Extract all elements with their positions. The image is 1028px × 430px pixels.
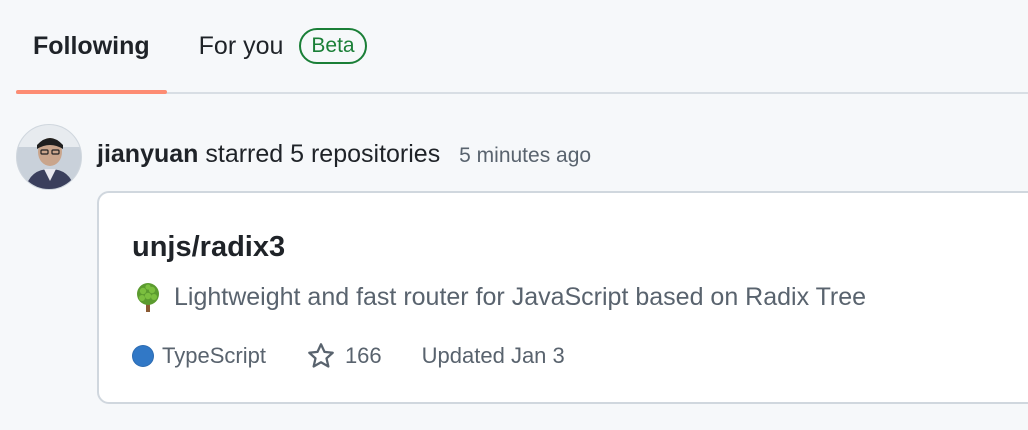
tab-following-label: Following bbox=[33, 31, 150, 60]
beta-badge: Beta bbox=[299, 28, 367, 64]
repo-name-link[interactable]: unjs/radix3 bbox=[132, 231, 285, 264]
repo-language: TypeScript bbox=[162, 343, 266, 368]
tab-for-you[interactable]: For you Beta bbox=[167, 0, 367, 92]
tree-emoji-icon bbox=[132, 281, 164, 313]
repo-meta: TypeScript 166 Updated Jan 3 bbox=[132, 341, 565, 371]
user-avatar[interactable] bbox=[16, 124, 82, 190]
repo-description: Lightweight and fast router for JavaScri… bbox=[132, 281, 866, 313]
tab-following[interactable]: Following bbox=[16, 0, 167, 94]
stargazers-link[interactable]: 166 bbox=[306, 341, 382, 371]
updated-date: Updated Jan 3 bbox=[421, 343, 565, 368]
feed-tabs: Following For you Beta bbox=[16, 0, 1028, 94]
repo-description-text: Lightweight and fast router for JavaScri… bbox=[174, 282, 867, 311]
star-count: 166 bbox=[344, 343, 382, 368]
actor-link[interactable]: jianyuan bbox=[97, 140, 198, 168]
feed-headline: jianyuan starred 5 repositories 5 minute… bbox=[97, 140, 591, 169]
avatar-icon bbox=[17, 125, 81, 189]
language-color-dot bbox=[132, 345, 154, 367]
repo-card: unjs/radix3 Lightweight and fast router … bbox=[97, 191, 1028, 404]
star-icon bbox=[308, 343, 334, 368]
tab-for-you-label: For you bbox=[198, 31, 284, 60]
relative-time[interactable]: 5 minutes ago bbox=[459, 144, 591, 167]
action-text: starred 5 repositories bbox=[205, 140, 441, 168]
